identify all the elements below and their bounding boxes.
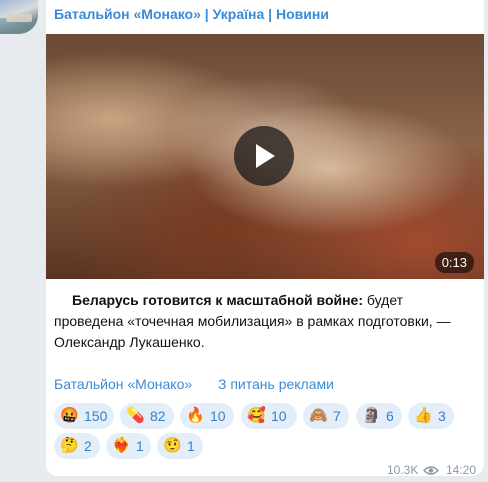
pill-icon: 💊 <box>126 407 145 424</box>
heart-on-fire-icon: ❤‍🔥 <box>112 437 131 454</box>
face-with-raised-eyebrow-icon: 🤨 <box>163 437 182 454</box>
post-time: 14:20 <box>446 463 477 477</box>
reaction-count: 1 <box>187 438 195 454</box>
angry-face-icon: 🤬 <box>60 407 79 424</box>
reaction-count: 7 <box>333 408 341 424</box>
avatar-town <box>6 14 32 22</box>
post-text: Беларусь готовится к масштабной войне: б… <box>54 290 474 353</box>
reaction-count: 10 <box>271 408 287 424</box>
reaction-heart-on-fire[interactable]: ❤‍🔥 1 <box>106 433 151 459</box>
see-no-evil-monkey-icon: 🙈 <box>309 407 328 424</box>
channel-name[interactable]: Батальйон «Монако» | Україна | Новини <box>54 6 329 22</box>
reaction-count: 82 <box>150 408 166 424</box>
reaction-count: 6 <box>386 408 394 424</box>
thumbs-up-icon: 👍 <box>414 407 433 424</box>
eye-icon <box>423 466 439 475</box>
reaction-pill[interactable]: 💊 82 <box>120 403 174 429</box>
channel-avatar[interactable] <box>0 0 38 34</box>
reaction-fire[interactable]: 🔥 10 <box>180 403 234 429</box>
reaction-count: 2 <box>84 438 92 454</box>
view-count: 10.3K <box>387 463 419 477</box>
smiling-hearts-icon: 🥰 <box>247 407 266 424</box>
moai-icon: 🗿 <box>362 407 381 424</box>
play-icon <box>256 144 275 168</box>
channel-link[interactable]: Батальйон «Монако» <box>54 376 192 392</box>
reaction-smiling-hearts[interactable]: 🥰 10 <box>241 403 297 429</box>
reaction-count: 10 <box>210 408 226 424</box>
video-player[interactable]: 0:13 <box>46 34 484 279</box>
reaction-count: 3 <box>438 408 446 424</box>
ads-link[interactable]: З питань реклами <box>218 376 334 392</box>
post-text-bold: Беларусь готовится к масштабной войне: <box>72 292 364 308</box>
reaction-count: 1 <box>136 438 144 454</box>
play-button[interactable] <box>234 126 294 186</box>
thinking-face-icon: 🤔 <box>60 437 79 454</box>
reaction-raised-eyebrow[interactable]: 🤨 1 <box>157 433 203 459</box>
reaction-thumbs-up[interactable]: 👍 3 <box>408 403 454 429</box>
video-duration: 0:13 <box>434 252 474 273</box>
reaction-count: 150 <box>84 408 108 424</box>
reaction-moai[interactable]: 🗿 6 <box>356 403 402 429</box>
reaction-angry[interactable]: 🤬 150 <box>54 403 114 429</box>
reaction-monkey[interactable]: 🙈 7 <box>303 403 349 429</box>
fire-icon: 🔥 <box>186 407 205 424</box>
reaction-thinking[interactable]: 🤔 2 <box>54 433 100 459</box>
